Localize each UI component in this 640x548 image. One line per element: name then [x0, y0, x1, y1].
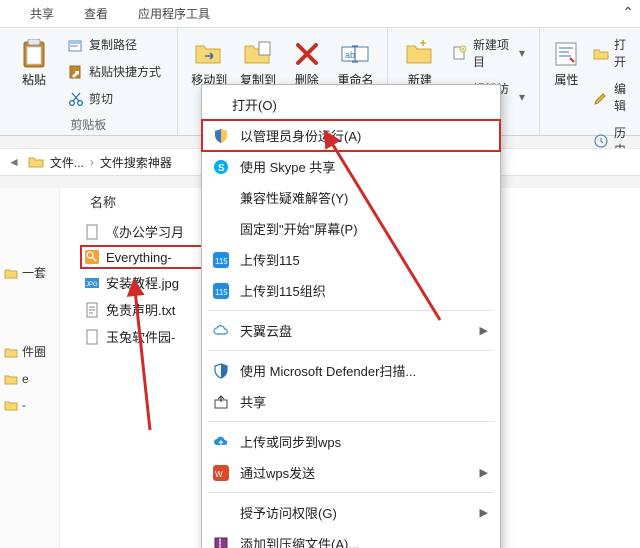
doc-icon	[84, 224, 100, 240]
breadcrumb[interactable]: 文件... › 文件搜索神器	[28, 154, 172, 171]
menu-separator	[208, 350, 494, 351]
archive-icon	[212, 535, 230, 548]
wps-icon: W	[212, 464, 230, 482]
copy-to-button[interactable]: 复制到	[237, 34, 280, 87]
folder-copy-icon	[242, 38, 274, 70]
exe-icon	[84, 249, 100, 265]
new-item-button[interactable]: 新建项目▾	[448, 34, 529, 72]
delete-x-icon	[291, 38, 323, 70]
folder-open-icon	[593, 45, 609, 61]
ctx-upload-115-org[interactable]: 115 上传到115组织	[202, 275, 500, 306]
txt-icon	[84, 302, 100, 318]
ctx-run-as-admin[interactable]: 以管理员身份运行(A)	[202, 120, 500, 151]
share-icon	[212, 393, 230, 411]
svg-text:115: 115	[215, 257, 228, 266]
chevron-right-icon: ▶	[480, 466, 488, 479]
ribbon-group-open: 属性 打开 编辑 历史	[540, 28, 640, 135]
delete-button[interactable]: 删除	[285, 34, 328, 87]
cloud-icon	[212, 322, 230, 340]
folder-move-icon	[193, 38, 225, 70]
sidebar-item[interactable]: -	[2, 392, 57, 418]
shield-icon	[212, 127, 230, 145]
paste-button[interactable]: 粘贴	[10, 34, 58, 87]
folder-icon	[28, 154, 44, 170]
tab-app-tools[interactable]: 应用程序工具	[138, 5, 210, 22]
ribbon-tabs: 共享 查看 应用程序工具 ⌃	[0, 0, 640, 28]
new-item-icon	[452, 45, 468, 61]
chevron-right-icon: ▶	[480, 506, 488, 519]
new-folder-icon	[404, 38, 436, 70]
cloud-upload-icon	[212, 433, 230, 451]
scissors-icon	[68, 91, 84, 107]
ribbon-group-clipboard: 粘贴 复制路径 粘贴快捷方式 剪切 剪贴板	[0, 28, 178, 135]
115-icon: 115	[212, 251, 230, 269]
sidebar-item[interactable]: e	[2, 366, 57, 392]
ctx-open[interactable]: 打开(O)	[202, 89, 500, 120]
defender-icon	[212, 362, 230, 380]
menu-separator	[208, 421, 494, 422]
nav-back-icon[interactable]: ◄	[8, 155, 20, 169]
tab-share[interactable]: 共享	[30, 5, 54, 22]
rename-icon: ab	[339, 38, 371, 70]
ctx-compatibility[interactable]: 兼容性疑难解答(Y)	[202, 182, 500, 213]
doc-icon	[84, 329, 100, 345]
ctx-share[interactable]: 共享	[202, 386, 500, 417]
ctx-wps-upload[interactable]: 上传或同步到wps	[202, 426, 500, 457]
history-icon	[593, 133, 609, 149]
ctx-pin-start[interactable]: 固定到"开始"屏幕(P)	[202, 213, 500, 244]
open-button[interactable]: 打开	[589, 34, 630, 72]
menu-separator	[208, 310, 494, 311]
svg-text:S: S	[218, 163, 225, 174]
properties-icon	[550, 38, 582, 70]
ctx-skype-share[interactable]: S 使用 Skype 共享	[202, 151, 500, 182]
chevron-right-icon: ▶	[480, 324, 488, 337]
ctx-wps-send[interactable]: W 通过wps发送 ▶	[202, 457, 500, 488]
ctx-grant-access[interactable]: 授予访问权限(G) ▶	[202, 497, 500, 528]
clipboard-icon	[18, 38, 50, 70]
paste-shortcut-button[interactable]: 粘贴快捷方式	[64, 61, 165, 82]
svg-text:W: W	[215, 470, 223, 479]
column-header-name[interactable]: 名称	[90, 192, 116, 211]
svg-text:JPG: JPG	[86, 282, 98, 288]
shortcut-icon	[68, 64, 84, 80]
sidebar-item[interactable]: 件圈	[2, 337, 57, 366]
edit-icon	[593, 89, 609, 105]
ctx-upload-115[interactable]: 115 上传到115	[202, 244, 500, 275]
svg-text:115: 115	[215, 288, 228, 297]
skype-icon: S	[212, 158, 230, 176]
115-icon: 115	[212, 282, 230, 300]
copy-path-icon	[68, 37, 84, 53]
sidebar-item[interactable]: 一套	[2, 258, 57, 287]
ctx-tianyi[interactable]: 天翼云盘 ▶	[202, 315, 500, 346]
rename-button[interactable]: ab 重命名	[334, 34, 377, 87]
ctx-defender-scan[interactable]: 使用 Microsoft Defender扫描...	[202, 355, 500, 386]
collapse-ribbon-icon[interactable]: ⌃	[622, 4, 634, 21]
jpg-icon: JPG	[84, 275, 100, 291]
copy-path-button[interactable]: 复制路径	[64, 34, 165, 55]
properties-button[interactable]: 属性	[550, 34, 583, 87]
group-label-clipboard: 剪贴板	[10, 114, 167, 133]
menu-separator	[208, 492, 494, 493]
context-menu: 打开(O) 以管理员身份运行(A) S 使用 Skype 共享 兼容性疑难解答(…	[201, 84, 501, 548]
move-to-button[interactable]: 移动到	[188, 34, 231, 87]
cut-button[interactable]: 剪切	[64, 88, 165, 109]
tab-view[interactable]: 查看	[84, 5, 108, 22]
svg-text:ab: ab	[345, 50, 355, 60]
edit-button[interactable]: 编辑	[589, 78, 630, 116]
ctx-add-archive[interactable]: 添加到压缩文件(A)...	[202, 528, 500, 548]
left-sidebar: 一套 件圈 e -	[0, 188, 60, 548]
